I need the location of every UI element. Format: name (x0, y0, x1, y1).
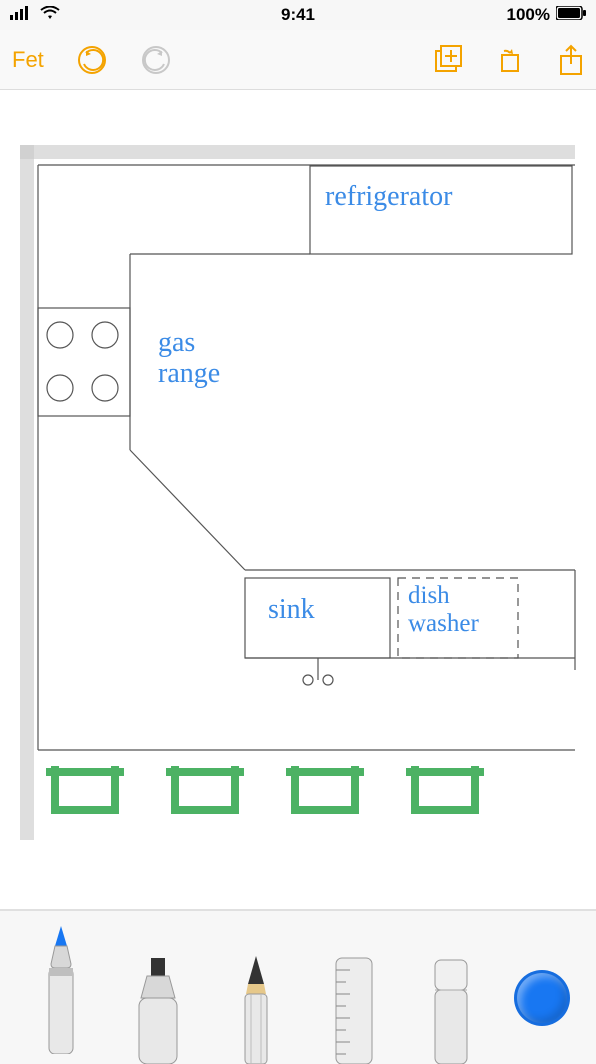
wifi-icon (40, 5, 60, 25)
label-sink: sink (268, 595, 315, 626)
signal-icon (10, 5, 34, 25)
battery-icon (556, 5, 586, 25)
sketch-drawing (0, 90, 596, 910)
share-button[interactable] (558, 44, 584, 76)
drawing-tools-bar (0, 910, 596, 1064)
pencil-tool[interactable] (221, 944, 291, 1064)
status-bar: 9:41 100% (0, 0, 596, 30)
ruler-tool[interactable] (319, 944, 389, 1064)
label-gas-range: gas range (158, 328, 220, 390)
label-dish-washer: dish washer (408, 582, 479, 637)
battery-percent: 100% (507, 5, 550, 25)
redo-button (140, 44, 172, 76)
label-refrigerator: refrigerator (325, 182, 452, 213)
color-picker[interactable] (514, 970, 570, 1026)
pen-tool[interactable] (26, 944, 96, 1064)
add-image-button[interactable] (434, 45, 464, 75)
drawing-canvas[interactable]: refrigerator gas range sink dish washer (0, 90, 596, 910)
undo-button[interactable] (76, 44, 108, 76)
top-toolbar: Fet (0, 30, 596, 90)
done-button[interactable]: Fet (12, 47, 44, 73)
eraser-tool[interactable] (416, 944, 486, 1064)
rotate-button[interactable] (496, 45, 526, 75)
clock: 9:41 (281, 5, 315, 25)
marker-tool[interactable] (123, 944, 193, 1064)
